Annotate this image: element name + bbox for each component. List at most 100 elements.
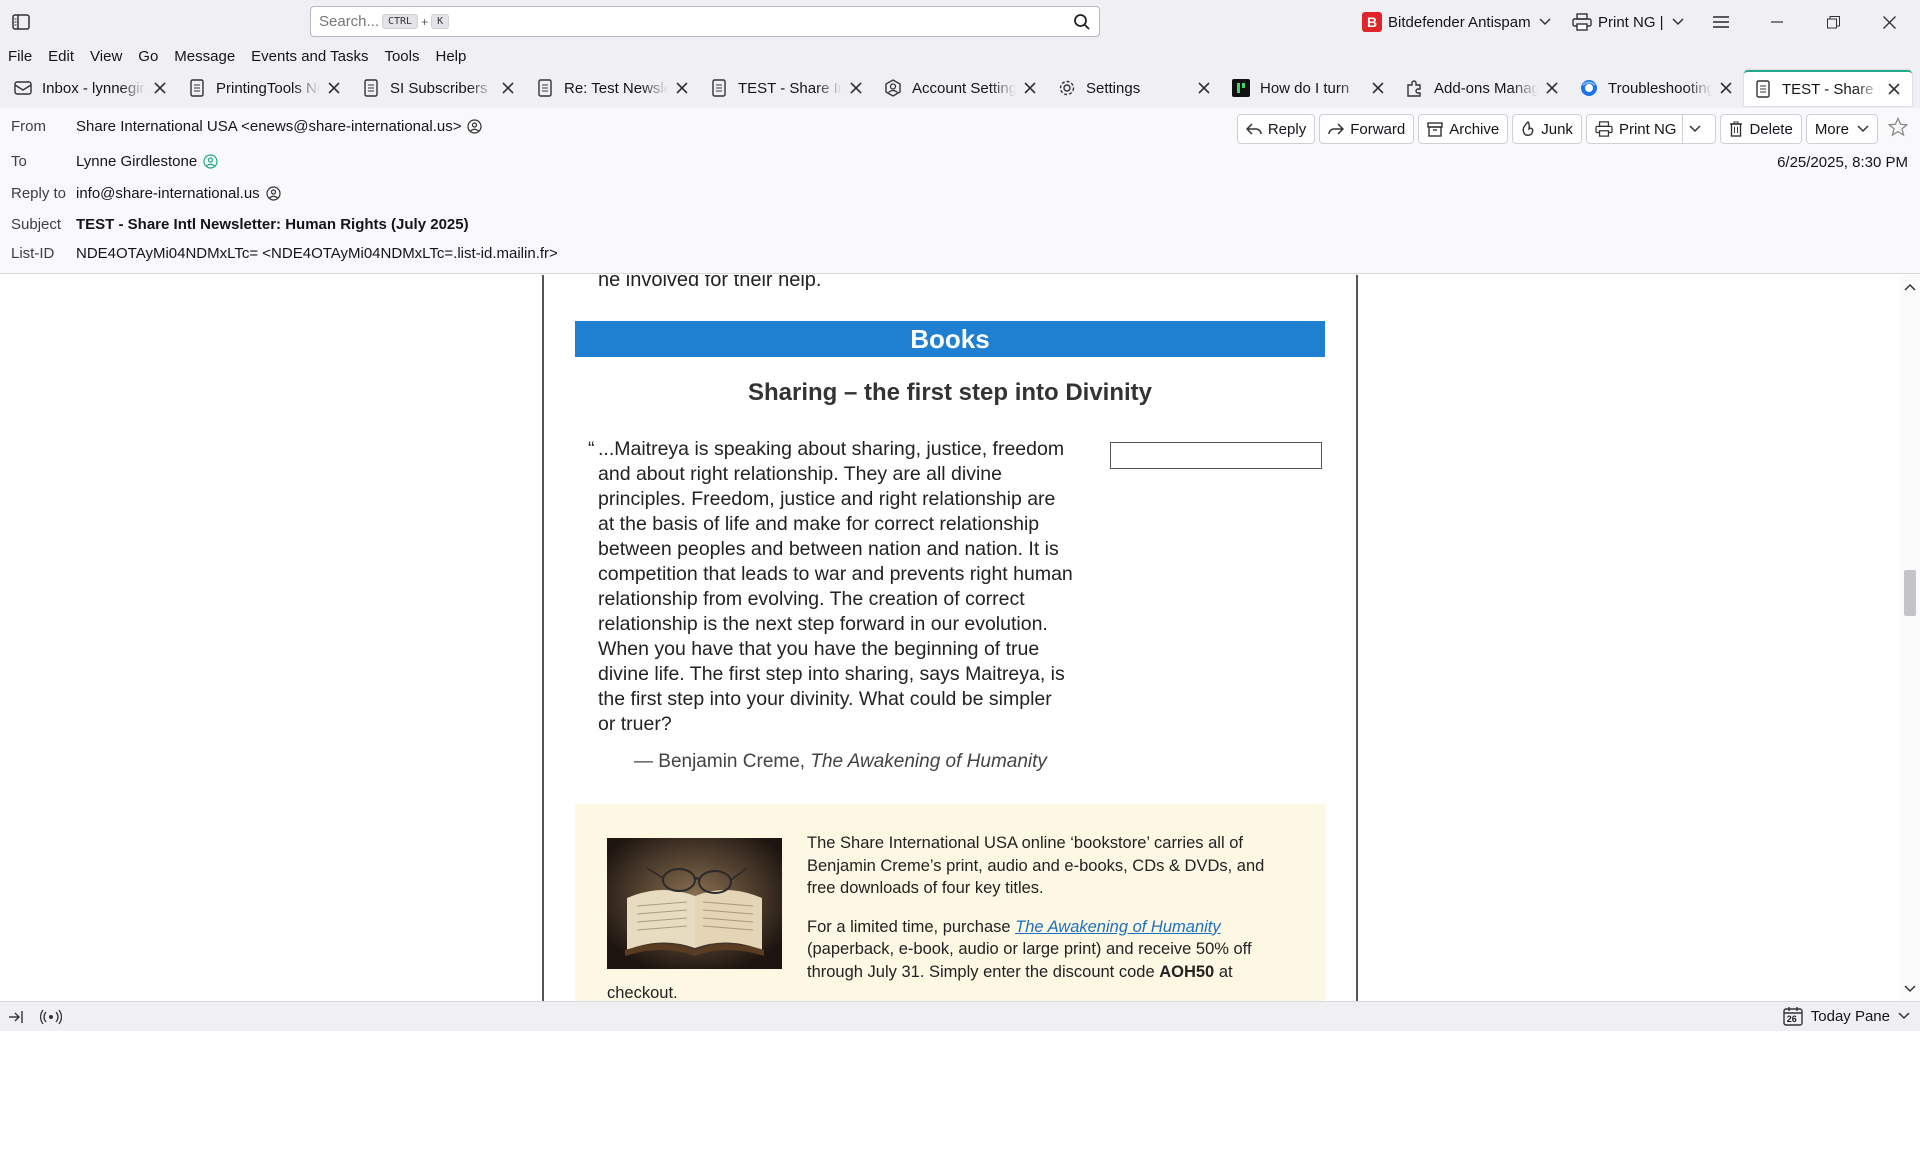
app-menu-icon[interactable] [1698, 0, 1744, 44]
message-date: 6/25/2025, 8:30 PM [1777, 154, 1908, 171]
replyto-value[interactable]: info@share-international.us [76, 185, 281, 202]
menu-bar: File Edit View Go Message Events and Tas… [0, 44, 1920, 68]
bitdefender-logo-icon: B [1362, 12, 1382, 32]
close-tab-icon[interactable] [1022, 80, 1038, 96]
more-button[interactable]: More [1805, 114, 1878, 144]
subject-value: TEST - Share Intl Newsletter: Human Righ… [76, 216, 469, 233]
close-tab-icon[interactable] [674, 80, 690, 96]
message-header: From Share International USA <enews@shar… [0, 108, 1920, 274]
tab-test-share-intl-active[interactable]: TEST - Share Intl [1744, 70, 1912, 106]
chevron-down-icon [1857, 125, 1869, 133]
bitdefender-addon-button[interactable]: B Bitdefender Antispam [1362, 0, 1551, 44]
forward-button[interactable]: Forward [1319, 114, 1415, 144]
close-tab-icon[interactable] [500, 80, 516, 96]
bitdefender-label: Bitdefender Antispam [1388, 13, 1531, 31]
message-body: he involved for their help. Books Sharin… [0, 275, 1920, 1001]
today-pane-toggle[interactable]: 26 Today Pane [1783, 1006, 1910, 1026]
menu-message[interactable]: Message [174, 48, 235, 65]
print-ng-addon-button[interactable]: Print NG | [1572, 0, 1684, 44]
menu-go[interactable]: Go [138, 48, 158, 65]
print-ng-label: Print NG | [1598, 13, 1664, 31]
tab-account-settings[interactable]: Account Settings [874, 70, 1048, 106]
forward-label: Forward [1350, 120, 1406, 138]
from-label: From [11, 118, 46, 135]
to-address[interactable]: Lynne Girdlestone [76, 153, 197, 170]
known-contact-icon[interactable] [203, 154, 218, 169]
add-contact-icon[interactable] [467, 119, 483, 134]
junk-label: Junk [1541, 120, 1573, 138]
global-search[interactable]: CTRL + K [310, 6, 1100, 37]
minimize-icon[interactable] [1754, 0, 1800, 44]
archive-button[interactable]: Archive [1418, 114, 1509, 144]
close-tab-icon[interactable] [326, 80, 342, 96]
add-contact-icon[interactable] [266, 186, 281, 201]
calendar-day: 26 [1786, 1014, 1797, 1024]
app-icon [1232, 79, 1250, 97]
tab-re-test-newsletter[interactable]: Re: Test Newsletter [526, 70, 700, 106]
menu-events-and-tasks[interactable]: Events and Tasks [251, 48, 368, 65]
tab-label: TEST - Share Intl [738, 79, 842, 97]
account-icon [884, 79, 902, 97]
restore-icon[interactable] [1810, 0, 1856, 44]
close-tab-icon[interactable] [1718, 80, 1734, 96]
sidebar-toggle-icon[interactable] [10, 11, 32, 33]
scroll-down-icon[interactable] [1904, 983, 1916, 995]
online-status-icon[interactable] [40, 1009, 62, 1025]
calendar-icon: 26 [1783, 1006, 1803, 1026]
chevron-down-icon [1898, 1012, 1910, 1020]
from-value[interactable]: Share International USA <enews@share-int… [76, 118, 483, 135]
menu-view[interactable]: View [90, 48, 122, 65]
close-window-icon[interactable] [1866, 0, 1912, 44]
tab-si-subscribers[interactable]: SI Subscribers [352, 70, 526, 106]
print-ng-dropdown[interactable] [1682, 115, 1707, 143]
scroll-thumb[interactable] [1904, 570, 1916, 616]
awakening-of-humanity-link[interactable]: The Awakening of Humanity [1015, 918, 1220, 936]
tab-add-ons-manager[interactable]: Add-ons Manager [1396, 70, 1570, 106]
tab-printingtools[interactable]: PrintingTools NG [178, 70, 352, 106]
shortcut-plus: + [421, 14, 429, 29]
promo-text: The Share International USA online ‘book… [807, 832, 1297, 999]
star-icon[interactable] [1887, 116, 1909, 141]
vertical-scrollbar[interactable] [1900, 275, 1920, 1001]
reply-button[interactable]: Reply [1236, 114, 1316, 144]
mail-icon [14, 79, 32, 97]
tab-troubleshooting[interactable]: Troubleshooting [1570, 70, 1744, 106]
from-address[interactable]: Share International USA <enews@share-int… [76, 118, 461, 135]
tab-settings[interactable]: Settings [1048, 70, 1222, 106]
tab-label: Settings [1086, 79, 1141, 97]
delete-button[interactable]: Delete [1720, 114, 1802, 144]
print-ng-button[interactable]: Print NG [1585, 114, 1717, 144]
document-icon [362, 79, 380, 97]
tab-label: How do I turn [1260, 79, 1350, 97]
close-tab-icon[interactable] [1886, 81, 1902, 97]
to-label: To [11, 153, 27, 170]
tab-label: Add-ons Manager [1434, 79, 1538, 97]
header-to-row: To Lynne Girdlestone [11, 153, 218, 170]
puzzle-icon [1406, 79, 1424, 97]
collapse-pane-icon[interactable] [8, 1010, 24, 1024]
menu-file[interactable]: File [8, 48, 32, 65]
promo-paragraph-2: For a limited time, purchase The Awakeni… [807, 916, 1297, 984]
subject-label: Subject [11, 216, 62, 233]
close-tab-icon[interactable] [1196, 80, 1212, 96]
menu-help[interactable]: Help [436, 48, 467, 65]
to-value[interactable]: Lynne Girdlestone [76, 153, 218, 170]
close-tab-icon[interactable] [1370, 80, 1386, 96]
search-icon[interactable] [1073, 13, 1091, 35]
tab-how-do-i-turn[interactable]: How do I turn [1222, 70, 1396, 106]
tab-inbox[interactable]: Inbox - lynnegirdlestone [4, 70, 178, 106]
replyto-address[interactable]: info@share-international.us [76, 185, 260, 202]
listid-value: NDE4OTAyMi04NDMxLTc= <NDE4OTAyMi04NDMxLT… [76, 245, 558, 262]
menu-edit[interactable]: Edit [48, 48, 74, 65]
scroll-up-icon[interactable] [1904, 281, 1916, 293]
close-tab-icon[interactable] [152, 80, 168, 96]
replyto-label: Reply to [11, 185, 67, 202]
tab-test-share-intl[interactable]: TEST - Share Intl [700, 70, 874, 106]
close-tab-icon[interactable] [1544, 80, 1560, 96]
search-input[interactable] [319, 13, 379, 30]
junk-button[interactable]: Junk [1512, 114, 1582, 144]
close-tab-icon[interactable] [848, 80, 864, 96]
quote-mark: “ [588, 438, 595, 460]
printer-icon [1595, 121, 1613, 137]
menu-tools[interactable]: Tools [384, 48, 419, 65]
